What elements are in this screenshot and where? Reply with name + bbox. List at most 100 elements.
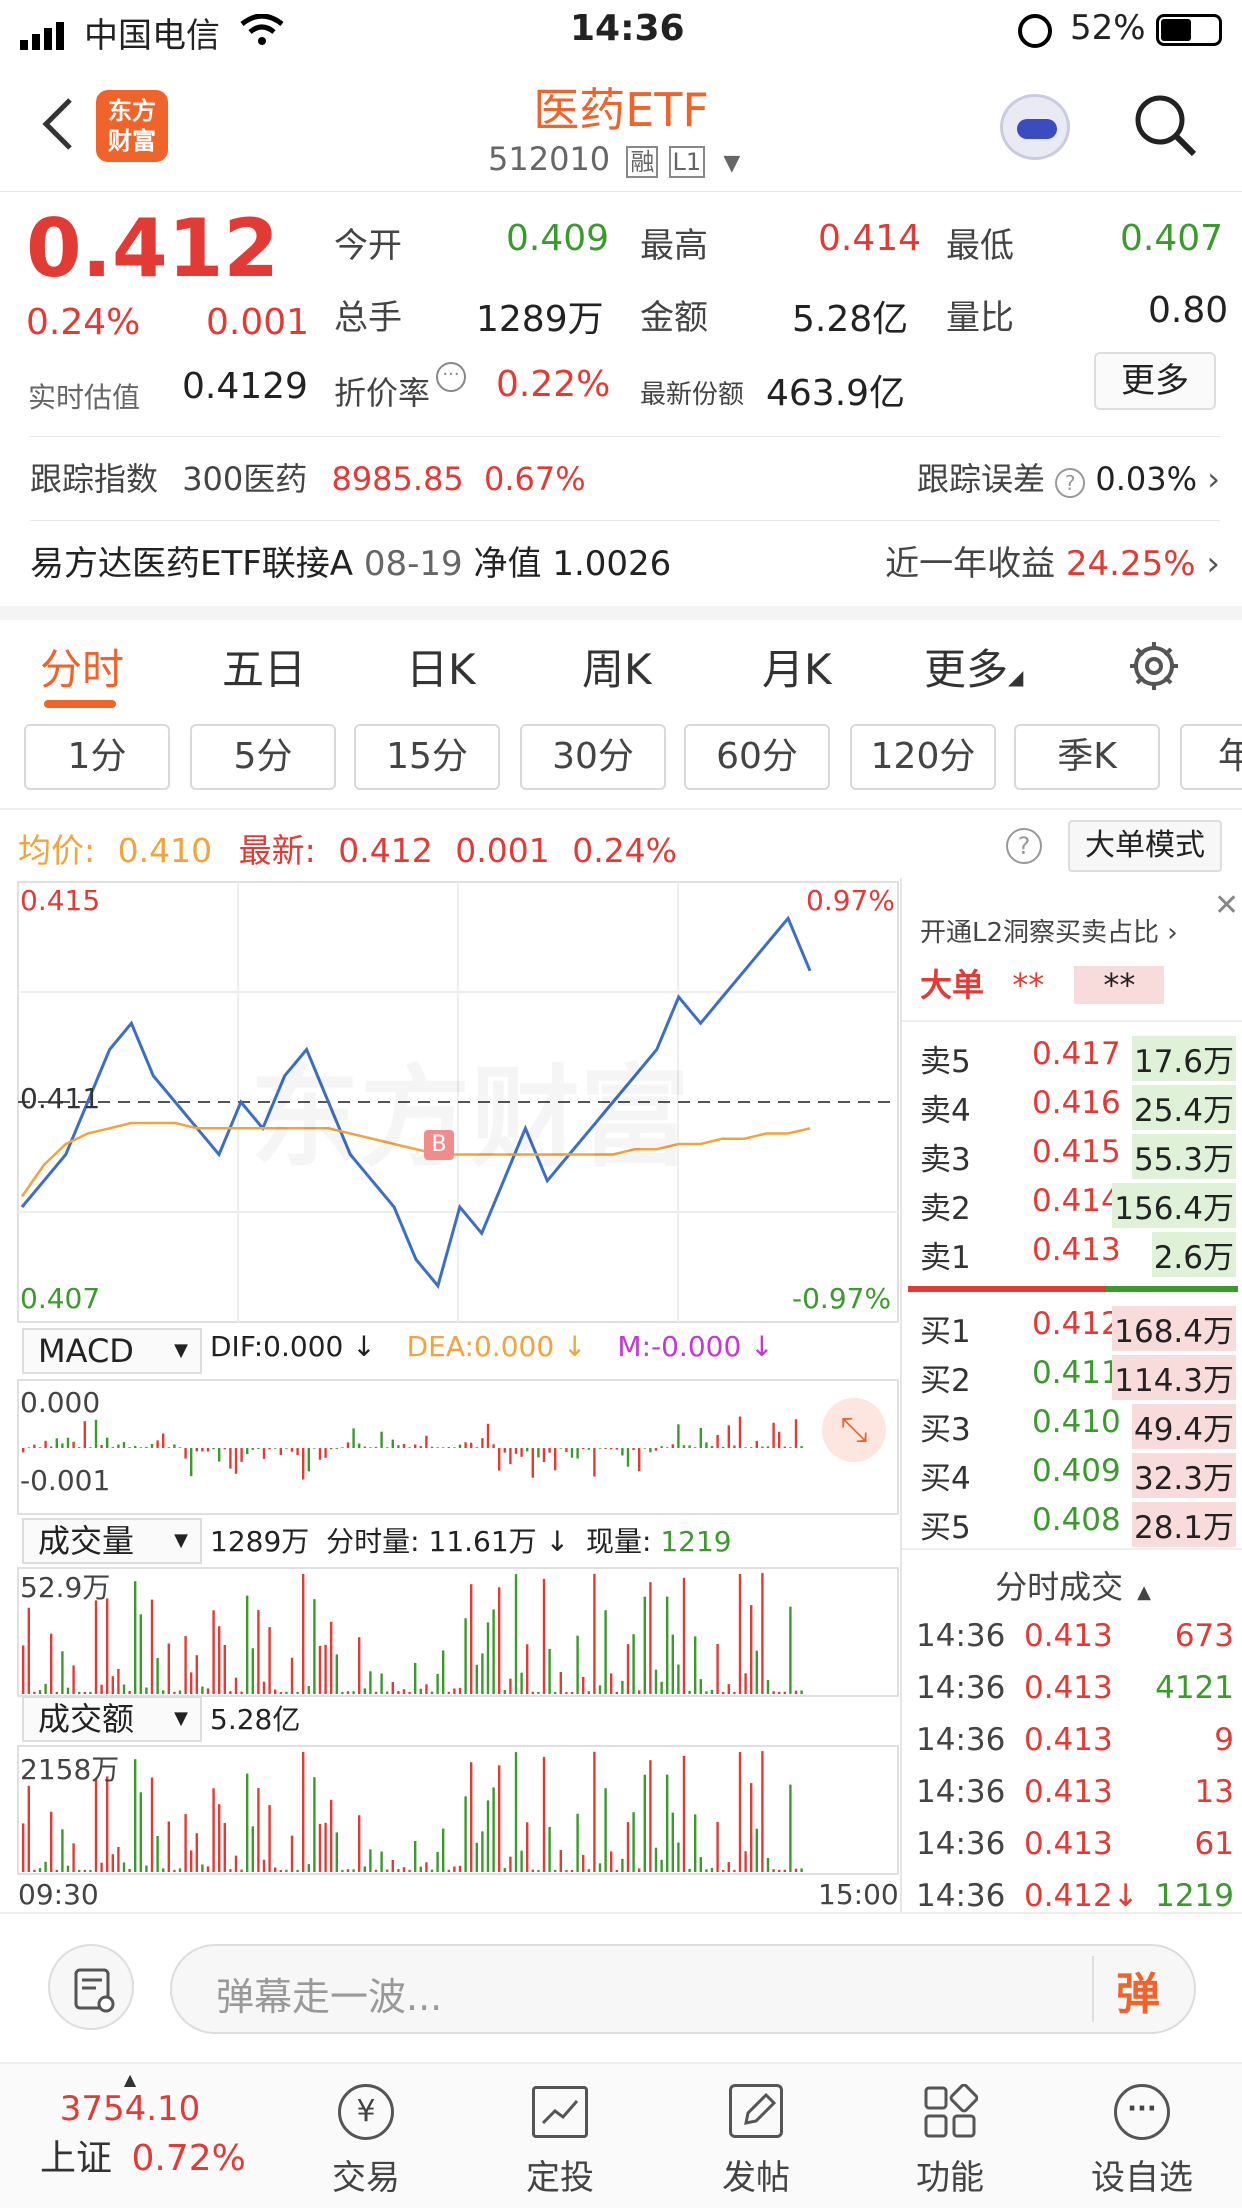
index-pct: 0.72% [131, 2138, 246, 2179]
volume-bar [296, 1691, 299, 1694]
trades-header[interactable]: 分时成交 ▲ [902, 1562, 1242, 1608]
amount-bar [240, 1869, 243, 1872]
notes-icon[interactable] [48, 1944, 134, 2030]
macd-bar [716, 1434, 719, 1448]
period-quarter-k[interactable]: 季K [1014, 724, 1160, 790]
macd-bar [358, 1443, 361, 1448]
l2-promo-link[interactable]: 开通L2洞察买卖占比 › [920, 912, 1178, 949]
macd-bar [694, 1447, 697, 1448]
macd-bar [531, 1448, 534, 1478]
tab-monthly-k[interactable]: 月K [762, 636, 832, 697]
volume-bar [302, 1574, 305, 1694]
nav-functions[interactable]: 功能 [870, 2083, 1030, 2199]
settings-gear-icon[interactable] [1126, 638, 1182, 698]
amount-bar [442, 1828, 445, 1872]
shares-label: 最新份额 [640, 380, 745, 410]
macd-bar [173, 1444, 176, 1448]
security-code[interactable]: 512010 融 L1 ▼ [488, 140, 740, 178]
volume-bar [615, 1692, 618, 1694]
fund-return-label: 近一年收益 [885, 544, 1056, 584]
seg-volume: 11.61万 [428, 1525, 537, 1558]
amount-bar [738, 1752, 742, 1872]
bid-row[interactable]: 买5 0.408 28.1万 [902, 1496, 1242, 1547]
period-60min[interactable]: 60分 [684, 724, 830, 790]
period-1min[interactable]: 1分 [24, 724, 170, 790]
low-label: 最低 [946, 226, 1014, 266]
danmaku-send-button[interactable]: 弹 [1116, 1958, 1160, 2022]
bid-row[interactable]: 买1 0.412 168.4万 [902, 1300, 1242, 1351]
bid-row[interactable]: 买4 0.409 32.3万 [902, 1447, 1242, 1498]
macd-dropdown[interactable]: MACD ▼ [22, 1328, 202, 1374]
period-5min[interactable]: 5分 [190, 724, 336, 790]
macd-bar [677, 1424, 680, 1448]
period-year-k[interactable]: 年 [1180, 724, 1242, 790]
index-ticker[interactable]: ▲ 3754.10 上证 0.72% [30, 2070, 260, 2181]
period-30min[interactable]: 30分 [520, 724, 666, 790]
level-label: 卖2 [920, 1191, 971, 1227]
more-button[interactable]: 更多 [1094, 352, 1216, 410]
ask-row[interactable]: 卖3 0.415 55.3万 [902, 1128, 1242, 1179]
amount-bar [626, 1822, 630, 1872]
nav-post[interactable]: 发帖 [676, 2084, 836, 2199]
macd-bar [419, 1446, 422, 1448]
info-dots-icon[interactable]: ··· [436, 362, 466, 392]
chart-board-icon [532, 2086, 588, 2138]
volume-bar [632, 1634, 635, 1694]
amount-bar [492, 1787, 495, 1872]
macd-bar [654, 1448, 658, 1451]
nav-auto-invest[interactable]: 定投 [480, 2084, 640, 2199]
amount-bar [61, 1829, 64, 1872]
pct-axis-top: 0.97% [806, 884, 895, 917]
nav-trade[interactable]: ¥ 交易 [286, 2084, 446, 2199]
help-icon[interactable]: ? [1055, 468, 1086, 498]
macd-bar [750, 1447, 753, 1448]
volume-bar [531, 1691, 534, 1694]
volume-bar [223, 1645, 226, 1694]
robot-assistant-icon[interactable] [1000, 94, 1070, 160]
macd-bar [335, 1448, 338, 1449]
tab-intraday[interactable]: 分时 [40, 636, 124, 697]
close-icon[interactable]: ✕ [1214, 888, 1239, 923]
macd-bar [195, 1448, 198, 1452]
trade-row: 14:36 0.413 9 [902, 1716, 1242, 1766]
amount-bar [369, 1849, 372, 1872]
tab-weekly-k[interactable]: 周K [582, 636, 652, 697]
macd-bar [285, 1448, 288, 1449]
level-label: 卖4 [920, 1093, 971, 1129]
level-label: 买4 [920, 1461, 971, 1497]
comment-input[interactable]: 弹幕走一波... 弹 [170, 1944, 1196, 2034]
ask-row[interactable]: 卖2 0.414 156.4万 [902, 1177, 1242, 1228]
bid-row[interactable]: 买3 0.410 49.4万 [902, 1398, 1242, 1449]
big-order-mode-button[interactable]: 大单模式 [1068, 820, 1222, 872]
volume-bar [537, 1692, 540, 1694]
amount-dropdown[interactable]: 成交额 ▼ [22, 1696, 202, 1742]
signal-icon [20, 18, 70, 50]
macd-bar [447, 1447, 450, 1448]
amount-bar [346, 1869, 350, 1872]
expand-icon[interactable]: ⤡ [822, 1398, 886, 1462]
macd-bar [94, 1419, 98, 1448]
volume-dropdown[interactable]: 成交量 ▼ [22, 1518, 202, 1564]
ask-row[interactable]: 卖1 0.413 2.6万 [902, 1226, 1242, 1277]
tracking-row[interactable]: 跟踪指数 300医药 8985.85 0.67% 跟踪误差 ? 0.03% › [30, 454, 1220, 504]
macd-bar [772, 1422, 775, 1448]
amount-bar [548, 1826, 551, 1872]
help-icon[interactable]: ? [1006, 828, 1042, 864]
period-15min[interactable]: 15分 [354, 724, 500, 790]
tab-five-day[interactable]: 五日 [222, 636, 306, 697]
nav-add-watchlist[interactable]: ··· 设自选 [1062, 2084, 1222, 2199]
macd-bar [178, 1447, 182, 1448]
ask-row[interactable]: 卖5 0.417 17.6万 [902, 1030, 1242, 1081]
fund-row[interactable]: 易方达医药ETF联接A 08-19 净值 1.0026 近一年收益 24.25%… [30, 536, 1220, 586]
macd-bar [671, 1444, 674, 1448]
macd-bar [246, 1448, 249, 1455]
tab-daily-k[interactable]: 日K [406, 636, 476, 697]
tab-more[interactable]: 更多◢ [924, 636, 1023, 697]
level-label: 卖3 [920, 1142, 971, 1178]
period-120min[interactable]: 120分 [850, 724, 996, 790]
ask-row[interactable]: 卖4 0.416 25.4万 [902, 1079, 1242, 1130]
search-icon[interactable] [1134, 94, 1198, 162]
bid-row[interactable]: 买2 0.411 114.3万 [902, 1349, 1242, 1400]
level-volume: 28.1万 [1131, 1502, 1236, 1547]
intraday-chart-area[interactable]: 东方财富 0.415 0.97% 0.411 0.407 -0.97% B MA… [0, 878, 900, 1918]
